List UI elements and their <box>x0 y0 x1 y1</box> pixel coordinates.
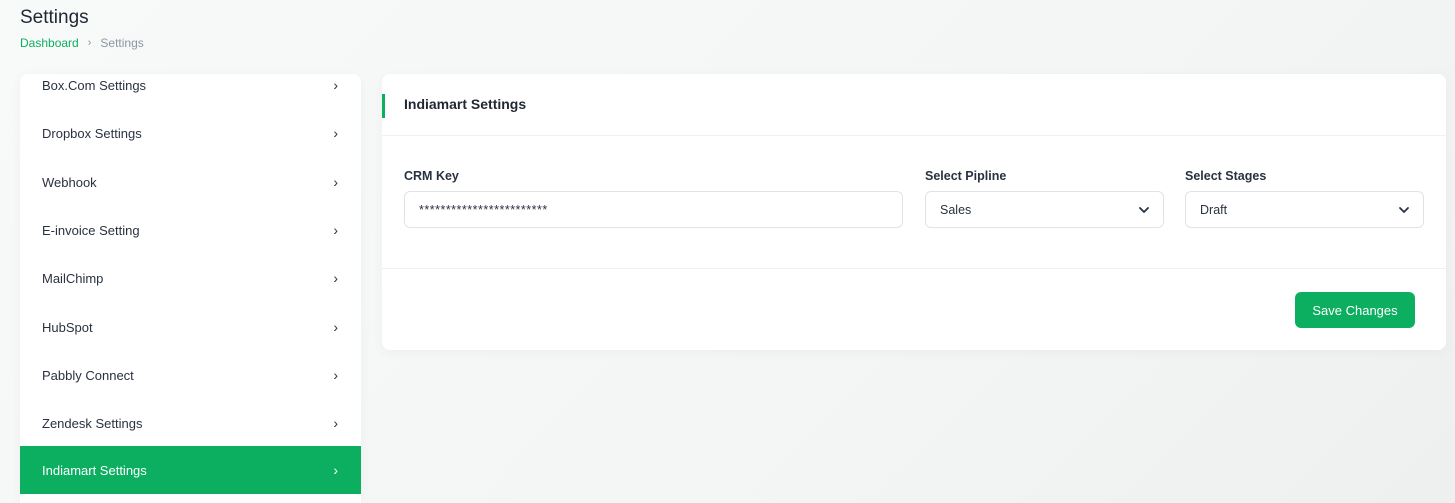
chevron-right-icon: › <box>333 319 338 335</box>
sidebar-item-mailchimp[interactable]: MailChimp › <box>20 254 361 302</box>
breadcrumb-current: Settings <box>100 36 144 50</box>
sidebar-item-webhook[interactable]: Webhook › <box>20 158 361 206</box>
sidebar-item-label: Dropbox Settings <box>42 125 142 141</box>
pipeline-field-group: Select Pipline Sales <box>925 168 1164 228</box>
card-accent-bar <box>382 94 385 118</box>
chevron-down-icon <box>1399 206 1409 213</box>
pipeline-label: Select Pipline <box>925 169 1007 183</box>
card-title: Indiamart Settings <box>404 96 527 112</box>
chevron-right-icon: › <box>333 77 338 93</box>
stages-label: Select Stages <box>1185 169 1267 183</box>
stages-select[interactable]: Draft <box>1185 191 1424 228</box>
sidebar-item-label: MailChimp <box>42 270 104 286</box>
page-header: Settings Dashboard › Settings <box>20 6 144 50</box>
sidebar-item-label: E-invoice Setting <box>42 222 140 238</box>
indiamart-settings-card: Indiamart Settings CRM Key *************… <box>382 74 1446 350</box>
pipeline-selected-value: Sales <box>940 202 972 217</box>
chevron-right-icon: › <box>333 270 338 286</box>
sidebar-item-label: Indiamart Settings <box>42 462 147 478</box>
breadcrumb-chevron-icon: › <box>87 37 92 49</box>
crm-key-field-group: CRM Key ************************ <box>404 168 903 228</box>
sidebar-item-pabbly-connect[interactable]: Pabbly Connect › <box>20 351 361 399</box>
card-header: Indiamart Settings <box>382 74 1446 136</box>
pipeline-select[interactable]: Sales <box>925 191 1164 228</box>
sidebar-item-indiamart-settings[interactable]: Indiamart Settings › <box>20 446 361 494</box>
chevron-right-icon: › <box>333 125 338 141</box>
save-changes-button[interactable]: Save Changes <box>1295 292 1415 328</box>
sidebar-item-e-invoice-setting[interactable]: E-invoice Setting › <box>20 206 361 254</box>
chevron-right-icon: › <box>333 367 338 383</box>
sidebar-item-box-com-settings[interactable]: Box.Com Settings › <box>20 74 361 109</box>
chevron-right-icon: › <box>333 415 338 431</box>
chevron-right-icon: › <box>333 174 338 190</box>
sidebar-item-dropbox-settings[interactable]: Dropbox Settings › <box>20 109 361 157</box>
sidebar-item-label: Pabbly Connect <box>42 367 134 383</box>
crm-key-input[interactable]: ************************ <box>404 191 903 228</box>
chevron-right-icon: › <box>333 462 338 478</box>
crm-key-value: ************************ <box>419 202 548 217</box>
page-title: Settings <box>20 7 89 28</box>
chevron-down-icon <box>1139 206 1149 213</box>
sidebar-item-label: Box.Com Settings <box>42 77 147 93</box>
settings-sidebar: Box.Com Settings › Dropbox Settings › We… <box>20 74 361 503</box>
sidebar-item-zendesk-settings[interactable]: Zendesk Settings › <box>20 399 361 447</box>
stages-selected-value: Draft <box>1200 202 1228 217</box>
sidebar-item-label: Webhook <box>42 174 97 190</box>
breadcrumb-dashboard-link[interactable]: Dashboard <box>20 36 79 50</box>
breadcrumb: Dashboard › Settings <box>20 36 144 50</box>
sidebar-item-hubspot[interactable]: HubSpot › <box>20 303 361 351</box>
sidebar-item-label: Zendesk Settings <box>42 415 143 431</box>
card-footer: Save Changes <box>382 268 1446 350</box>
sidebar-item-label: HubSpot <box>42 319 93 335</box>
stages-field-group: Select Stages Draft <box>1185 168 1424 228</box>
chevron-right-icon: › <box>333 222 338 238</box>
crm-key-label: CRM Key <box>404 169 459 183</box>
